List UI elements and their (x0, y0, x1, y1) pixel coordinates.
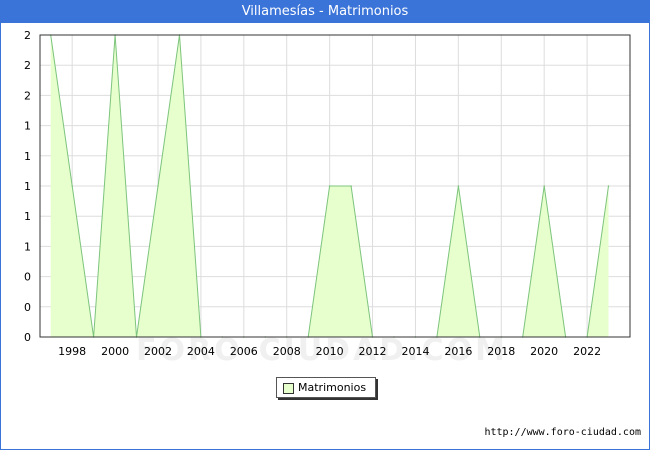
y-tick-label: 2 (24, 89, 31, 102)
data-point (543, 185, 545, 187)
data-point (457, 185, 460, 187)
y-tick-label: 1 (24, 210, 31, 223)
x-tick-label: 2022 (573, 345, 601, 358)
y-tick-label: 1 (24, 120, 31, 133)
x-tick-label: 2002 (144, 345, 172, 358)
x-tick-label: 2004 (187, 345, 215, 358)
x-tick-label: 2000 (101, 345, 129, 358)
y-tick-label: 1 (24, 150, 31, 163)
y-tick-label: 0 (24, 331, 31, 344)
legend-label-matrimonios: Matrimonios (298, 381, 367, 394)
x-tick-label: 2006 (230, 345, 258, 358)
x-tick-label: 1998 (58, 345, 86, 358)
x-tick-label: 2016 (444, 345, 472, 358)
legend: Matrimonios (276, 377, 376, 398)
x-tick-label: 2010 (316, 345, 344, 358)
x-tick-label: 2018 (487, 345, 515, 358)
data-point (71, 185, 73, 187)
data-point (157, 185, 159, 187)
x-tick-label: 2014 (401, 345, 429, 358)
source-url: http://www.foro-ciudad.com (484, 427, 641, 438)
y-tick-label: 0 (24, 301, 31, 314)
x-tick-label: 2012 (359, 345, 387, 358)
data-point (607, 185, 610, 187)
legend-swatch-matrimonios (283, 383, 294, 394)
y-tick-label: 2 (24, 59, 31, 72)
y-axis: 0 0 0 1 1 1 1 1 2 2 2 (24, 29, 31, 344)
data-point (328, 185, 331, 187)
y-tick-label: 1 (24, 240, 31, 253)
x-tick-label: 2020 (530, 345, 558, 358)
data-point (350, 185, 352, 187)
y-tick-label: 0 (24, 271, 31, 284)
y-tick-label: 1 (24, 180, 31, 193)
x-tick-label: 2008 (273, 345, 301, 358)
y-tick-label: 2 (24, 29, 31, 42)
